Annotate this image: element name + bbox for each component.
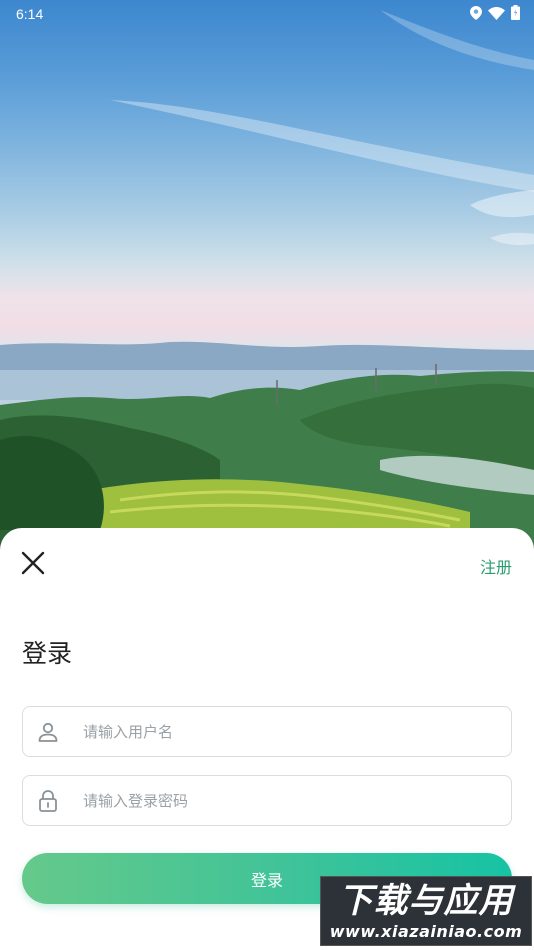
- battery-icon: [511, 4, 520, 24]
- background-landscape-image: [0, 0, 534, 560]
- status-time: 6:14: [16, 6, 44, 22]
- user-icon: [25, 707, 71, 756]
- status-icons: [470, 4, 520, 24]
- password-field[interactable]: [22, 775, 512, 826]
- page-title: 登录: [22, 639, 73, 668]
- password-input[interactable]: [71, 776, 511, 825]
- watermark-logo: 下载与应用 www.xiazainiao.com: [320, 876, 532, 946]
- username-input[interactable]: [71, 707, 511, 756]
- lock-icon: [25, 776, 71, 825]
- close-icon: [21, 551, 45, 575]
- close-button[interactable]: [18, 548, 48, 578]
- wifi-icon: [488, 5, 505, 24]
- landscape-illustration: [0, 10, 534, 560]
- watermark-title: 下载与应用: [338, 881, 514, 921]
- username-field[interactable]: [22, 706, 512, 757]
- register-link[interactable]: 注册: [480, 554, 512, 578]
- watermark-url: www.xiazainiao.com: [329, 922, 523, 941]
- status-bar: 6:14: [0, 0, 534, 28]
- location-icon: [470, 5, 482, 24]
